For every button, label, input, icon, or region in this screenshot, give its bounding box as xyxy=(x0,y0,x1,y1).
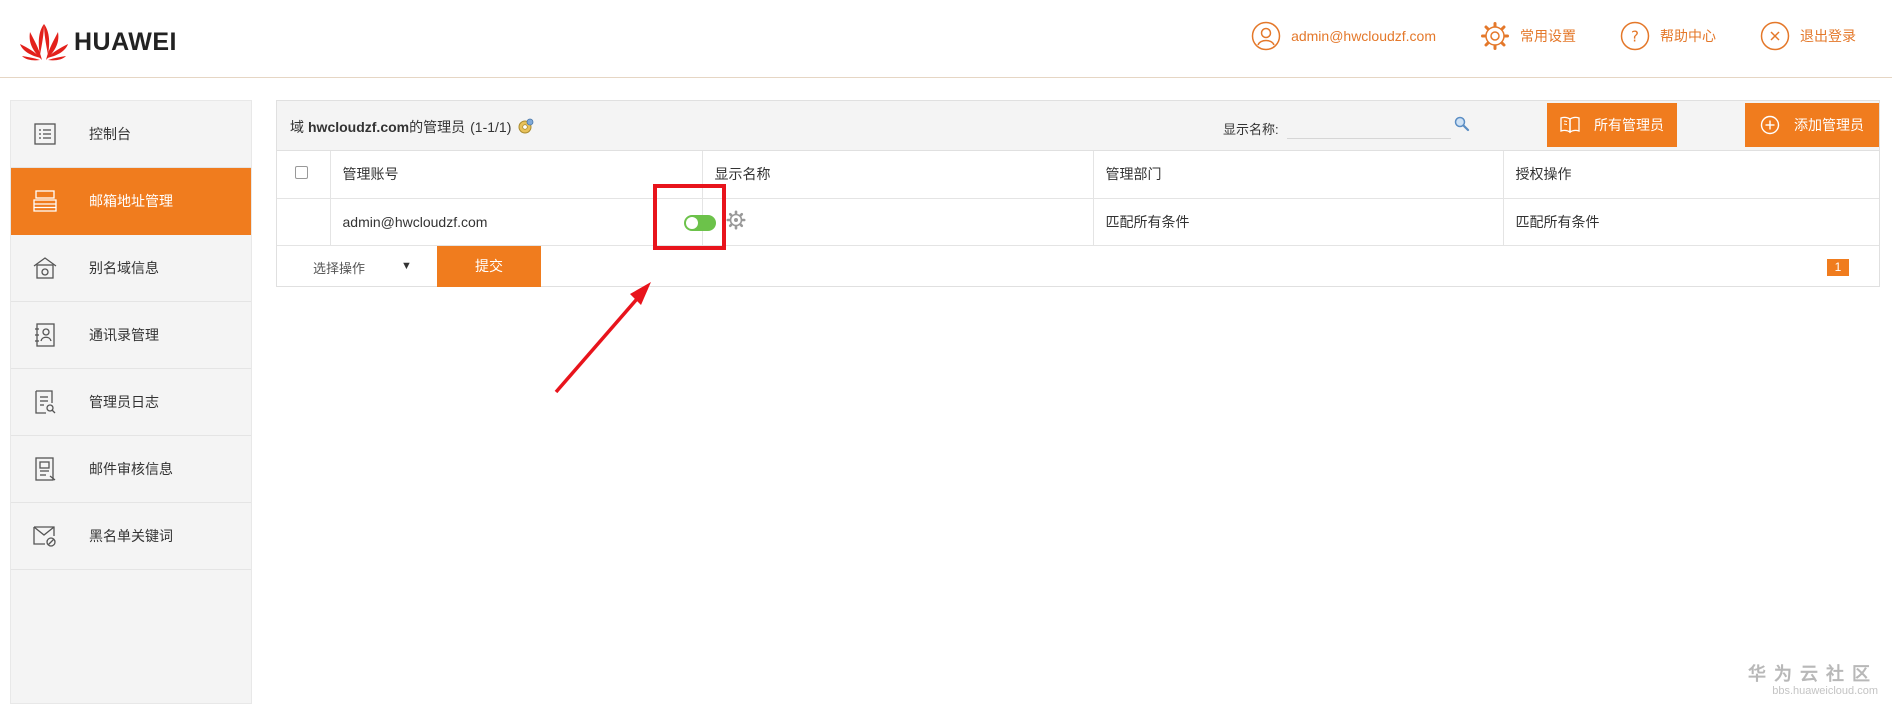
result-count: (1-1/1) xyxy=(470,119,512,135)
user-icon xyxy=(1251,21,1281,51)
settings-link[interactable]: 常用设置 xyxy=(1480,21,1576,51)
panel-header: 域 hwcloudzf.com 的管理员 (1-1/1) 显示名称: 所有管理员 xyxy=(277,101,1879,151)
help-label: 帮助中心 xyxy=(1660,28,1716,44)
log-search-icon xyxy=(31,388,59,416)
logout-label: 退出登录 xyxy=(1800,28,1856,44)
question-icon: ? xyxy=(1620,21,1650,51)
logout-link[interactable]: 退出登录 xyxy=(1760,21,1856,51)
row-select-cell xyxy=(277,198,331,246)
column-header-account: 管理账号 xyxy=(330,151,703,199)
display-name-cell xyxy=(702,198,1094,246)
top-nav: admin@hwcloudzf.com 常用设置 ? 帮助中心 退出登录 xyxy=(1207,20,1856,52)
sidebar-item-label: 邮箱地址管理 xyxy=(89,193,173,209)
watermark-title: 华为云社区 xyxy=(1748,664,1878,684)
contacts-icon xyxy=(31,321,59,349)
column-header-display-name: 显示名称 xyxy=(702,151,1094,199)
huawei-flower-icon xyxy=(20,24,68,61)
column-header-authorization: 授权操作 xyxy=(1503,151,1879,199)
sidebar-item-label: 邮件审核信息 xyxy=(89,461,173,477)
panel-title: 域 hwcloudzf.com 的管理员 (1-1/1) xyxy=(290,117,535,137)
dropdown-arrow-icon[interactable]: ▼ xyxy=(401,260,412,272)
sidebar-item-label: 管理员日志 xyxy=(89,394,159,410)
help-link[interactable]: ? 帮助中心 xyxy=(1620,21,1716,51)
search-label: 显示名称: xyxy=(1223,122,1279,137)
sidebar-item-blacklist-keywords[interactable]: 黑名单关键词 xyxy=(11,503,251,570)
sidebar-item-label: 别名域信息 xyxy=(89,260,159,276)
watermark: 华为云社区 bbs.huaweicloud.com xyxy=(1748,660,1878,697)
sidebar-item-console[interactable]: 控制台 xyxy=(11,101,251,168)
annotation-highlight-box xyxy=(653,184,726,250)
sidebar-item-mailbox-management[interactable]: 邮箱地址管理 xyxy=(11,168,251,235)
select-operation-dropdown[interactable]: 选择操作 xyxy=(313,258,365,277)
title-prefix: 域 xyxy=(290,119,304,135)
book-icon xyxy=(1560,116,1580,134)
user-email: admin@hwcloudzf.com xyxy=(1291,28,1436,44)
sidebar-item-alias-domain[interactable]: 别名域信息 xyxy=(11,235,251,302)
department-cell: 匹配所有条件 xyxy=(1093,198,1504,246)
account-text: admin@hwcloudzf.com xyxy=(342,213,488,230)
admin-panel: 域 hwcloudzf.com 的管理员 (1-1/1) 显示名称: 所有管理员 xyxy=(276,100,1880,287)
audit-doc-icon xyxy=(31,455,59,483)
user-account-link[interactable]: admin@hwcloudzf.com xyxy=(1251,21,1436,51)
select-all-checkbox[interactable] xyxy=(295,166,308,180)
watermark-url: bbs.huaweicloud.com xyxy=(1772,685,1878,697)
gear-icon xyxy=(1481,22,1509,50)
title-suffix: 的管理员 xyxy=(409,119,466,135)
mailbox-icon xyxy=(31,187,59,215)
column-header-department: 管理部门 xyxy=(1093,151,1504,199)
admin-table: 管理账号 显示名称 管理部门 授权操作 admin@hwcloudzf.com xyxy=(277,151,1879,246)
all-admins-label: 所有管理员 xyxy=(1594,117,1664,133)
table-row: admin@hwcloudzf.com 匹配所有条件 匹配所有条件 xyxy=(277,198,1879,246)
add-admin-button[interactable]: 添加管理员 xyxy=(1745,103,1879,147)
select-all-cell xyxy=(277,151,331,199)
sidebar-item-contacts[interactable]: 通讯录管理 xyxy=(11,302,251,369)
brand-name: HUAWEI xyxy=(74,27,177,56)
gear-icon[interactable] xyxy=(725,209,746,230)
all-admins-button[interactable]: 所有管理员 xyxy=(1547,103,1677,147)
domain-name: hwcloudzf.com xyxy=(308,119,410,135)
list-icon xyxy=(31,120,59,148)
svg-text:?: ? xyxy=(1631,28,1639,46)
sidebar-item-mail-audit[interactable]: 邮件审核信息 xyxy=(11,436,251,503)
sidebar-item-admin-log[interactable]: 管理员日志 xyxy=(11,369,251,436)
settings-label: 常用设置 xyxy=(1520,28,1576,44)
sidebar-item-label: 控制台 xyxy=(89,126,131,142)
sidebar: 控制台 邮箱地址管理 别名域信息 通讯录管理 管理员日志 邮件审核信息 黑名单关… xyxy=(10,100,252,704)
search-icon[interactable] xyxy=(1453,115,1471,133)
display-name-search-input[interactable] xyxy=(1287,113,1451,139)
sidebar-item-label: 黑名单关键词 xyxy=(89,528,173,544)
plus-circle-icon xyxy=(1760,115,1780,135)
huawei-logo[interactable]: HUAWEI xyxy=(20,22,177,62)
blocked-mail-icon xyxy=(31,522,59,550)
authorization-cell: 匹配所有条件 xyxy=(1503,198,1879,246)
table-footer: 选择操作 ▼ 提交 1 xyxy=(277,245,1879,288)
close-icon xyxy=(1760,21,1790,51)
top-header: HUAWEI admin@hwcloudzf.com 常用设置 ? 帮助中心 退… xyxy=(0,0,1892,78)
add-admin-label: 添加管理员 xyxy=(1794,117,1864,133)
pagination-page[interactable]: 1 xyxy=(1827,258,1849,276)
submit-button[interactable]: 提交 xyxy=(437,245,541,287)
house-icon xyxy=(31,254,59,282)
table-header-row: 管理账号 显示名称 管理部门 授权操作 xyxy=(277,151,1879,199)
settings-badge-icon[interactable] xyxy=(515,118,535,136)
sidebar-item-label: 通讯录管理 xyxy=(89,327,159,343)
account-cell: admin@hwcloudzf.com xyxy=(330,198,746,246)
